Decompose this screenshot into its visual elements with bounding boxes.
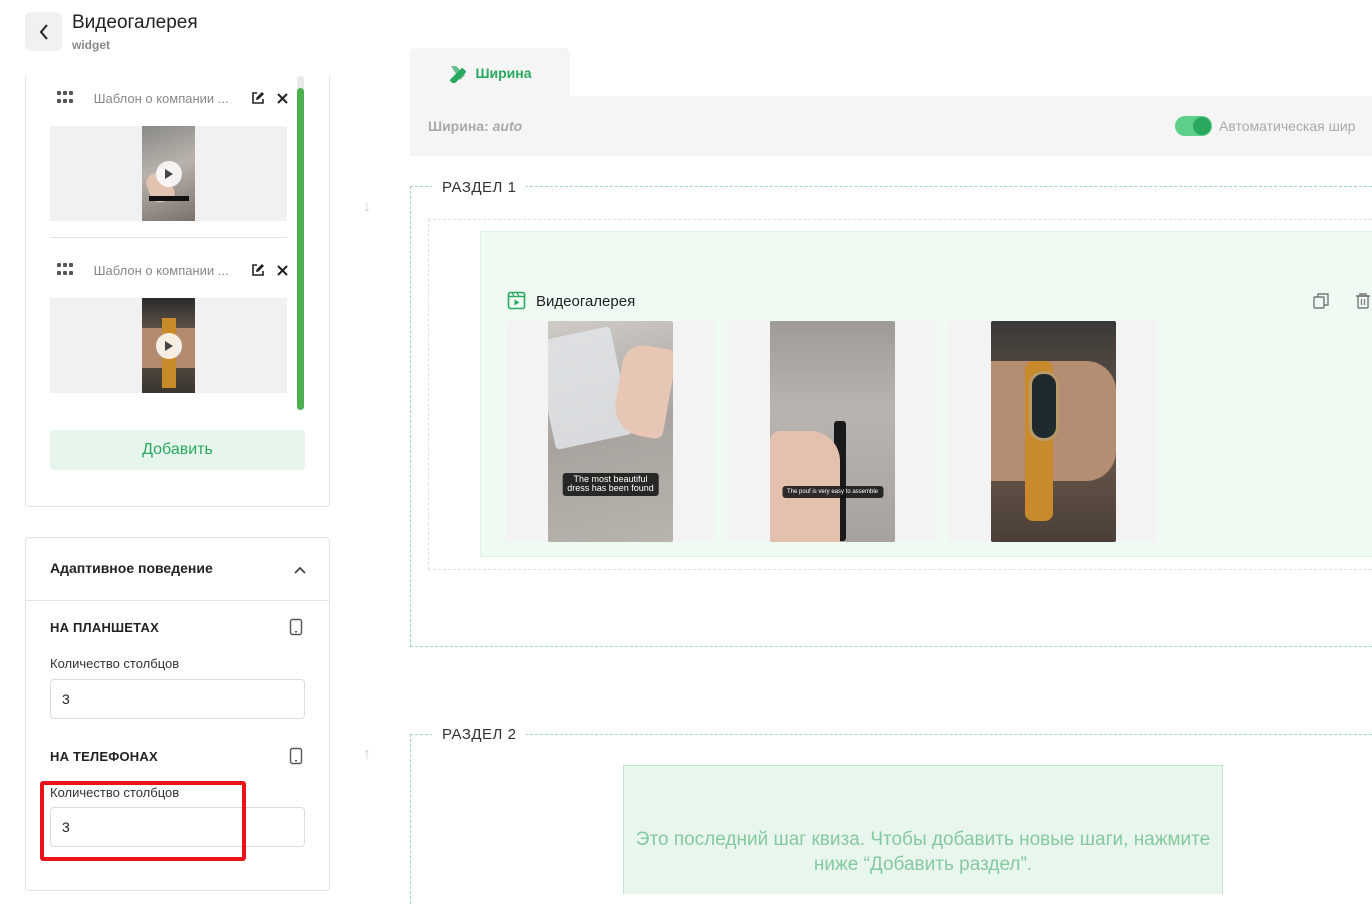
gallery-item-row: Шаблон о компании ... [50, 86, 290, 110]
auto-width-label: Автоматическая шир [1219, 118, 1356, 134]
video-caption: The pouf is very easy to assemble [781, 486, 884, 499]
widget-title: Видеогалерея [536, 293, 636, 310]
highlight-box [40, 781, 246, 861]
tablet-heading: НА ПЛАНШЕТАХ [50, 620, 159, 635]
arrow-up-icon[interactable]: ↑ [363, 746, 371, 764]
edit-icon[interactable] [251, 262, 267, 278]
close-icon[interactable] [274, 262, 290, 278]
scrollbar-thumb[interactable] [297, 88, 304, 410]
drag-handle-icon[interactable] [57, 91, 77, 105]
video-thumbnail [142, 126, 195, 221]
arrow-down-icon[interactable]: ↓ [363, 198, 371, 216]
drag-handle-icon[interactable] [57, 263, 77, 277]
empty-section-message: Это последний шаг квиза. Чтобы добавить … [635, 829, 1211, 875]
video-card[interactable]: The pouf is very easy to assemble [728, 321, 936, 542]
width-value: Ширина: auto [428, 118, 523, 134]
edit-icon[interactable] [251, 90, 267, 106]
divider [50, 237, 287, 238]
copy-icon[interactable] [1312, 292, 1330, 310]
video-thumbnail: The pouf is very easy to assemble [770, 321, 895, 542]
video-gallery-icon [507, 291, 526, 310]
gallery-item-row: Шаблон о компании ... [50, 258, 290, 282]
video-thumbnail [991, 321, 1116, 542]
trash-icon[interactable] [1354, 292, 1372, 310]
tab-width-label: Ширина [475, 64, 532, 81]
auto-width-toggle[interactable] [1175, 116, 1212, 136]
video-caption: The most beautiful dress has been found [562, 473, 659, 496]
chevron-left-icon [39, 23, 48, 40]
video-thumbnail: The most beautiful dress has been found [548, 321, 673, 542]
gallery-item-preview[interactable] [50, 126, 287, 221]
gallery-item-label: Шаблон о компании ... [93, 90, 229, 106]
video-thumbnail [142, 298, 195, 393]
video-card[interactable] [949, 321, 1157, 542]
page-subtitle: widget [72, 38, 110, 52]
play-icon [155, 332, 182, 359]
tab-width[interactable]: Ширина [410, 48, 570, 97]
page-title: Видеогалерея [72, 12, 198, 33]
tablet-columns-input[interactable] [50, 679, 305, 719]
section-2-label: РАЗДЕЛ 2 [432, 726, 527, 743]
section-1-label: РАЗДЕЛ 1 [432, 179, 527, 196]
play-icon [155, 160, 182, 187]
tablet-icon [289, 618, 303, 636]
ruler-pencil-icon [450, 65, 467, 83]
back-button[interactable] [25, 12, 62, 51]
phone-heading: НА ТЕЛЕФОНАХ [50, 749, 158, 764]
chevron-up-icon[interactable] [292, 563, 308, 577]
close-icon[interactable] [274, 90, 290, 106]
gallery-item-preview[interactable] [50, 298, 287, 393]
add-item-button[interactable]: Добавить [50, 430, 305, 470]
adaptive-title: Адаптивное поведение [50, 560, 213, 576]
phone-icon [289, 747, 303, 765]
gallery-item-label: Шаблон о компании ... [93, 262, 229, 278]
tablet-columns-label: Количество столбцов [50, 656, 180, 671]
video-card[interactable]: The most beautiful dress has been found [506, 321, 714, 542]
